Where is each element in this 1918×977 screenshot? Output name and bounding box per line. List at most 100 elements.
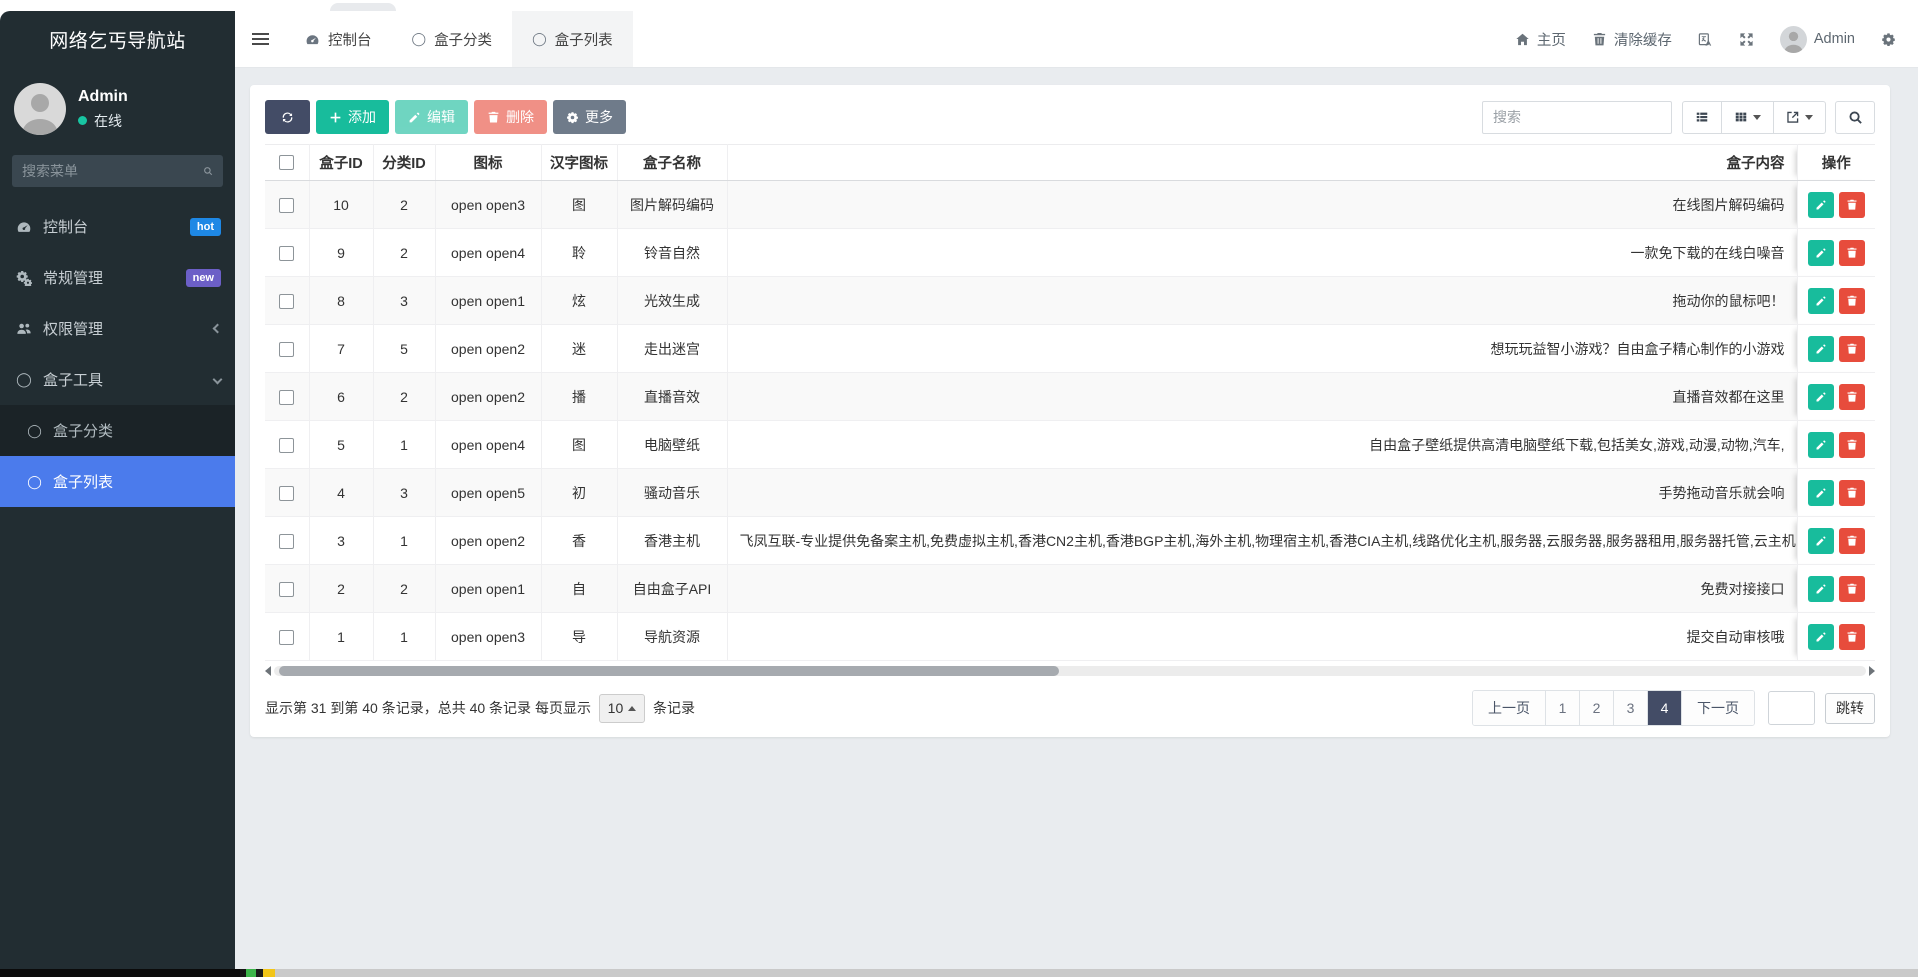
detail-view-button[interactable] bbox=[1682, 101, 1722, 134]
clear-cache-link[interactable]: 清除缓存 bbox=[1592, 29, 1672, 50]
user-panel: Admin 在线 bbox=[0, 68, 235, 147]
delete-button[interactable]: 删除 bbox=[474, 100, 547, 134]
row-delete-button[interactable] bbox=[1839, 192, 1865, 218]
edit-button[interactable]: 编辑 bbox=[395, 100, 468, 134]
prev-page-button[interactable]: 上一页 bbox=[1473, 691, 1546, 725]
search-toggle-button[interactable] bbox=[1835, 101, 1875, 134]
columns-button[interactable] bbox=[1722, 101, 1774, 134]
page-button-2[interactable]: 2 bbox=[1580, 691, 1614, 725]
refresh-button[interactable] bbox=[265, 100, 310, 134]
column-header-content[interactable]: 盒子内容 bbox=[727, 145, 1797, 181]
user-status: 在线 bbox=[78, 111, 128, 131]
cell-zh-icon: 播 bbox=[541, 373, 617, 421]
row-checkbox[interactable] bbox=[279, 534, 294, 549]
row-delete-button[interactable] bbox=[1839, 432, 1865, 458]
tab-console[interactable]: 控制台 bbox=[285, 11, 392, 67]
cell-cat-id: 2 bbox=[373, 373, 435, 421]
row-delete-button[interactable] bbox=[1839, 624, 1865, 650]
sidebar-item-permissions[interactable]: 权限管理 bbox=[0, 303, 235, 354]
search-icon[interactable] bbox=[203, 164, 213, 178]
row-edit-button[interactable] bbox=[1808, 528, 1834, 554]
row-edit-button[interactable] bbox=[1808, 576, 1834, 602]
pencil-icon bbox=[1815, 343, 1827, 355]
grid-icon bbox=[1734, 110, 1748, 124]
cell-content: 提交自动审核哦 bbox=[727, 613, 1797, 661]
row-edit-button[interactable] bbox=[1808, 192, 1834, 218]
row-checkbox-cell bbox=[265, 613, 309, 661]
row-edit-button[interactable] bbox=[1808, 624, 1834, 650]
column-header-icon[interactable]: 图标 bbox=[435, 145, 541, 181]
row-checkbox-cell bbox=[265, 565, 309, 613]
row-checkbox[interactable] bbox=[279, 342, 294, 357]
scrollbar-track[interactable] bbox=[274, 666, 1866, 676]
tab-box-category[interactable]: ◯ 盒子分类 bbox=[392, 11, 513, 67]
sidebar-search-input[interactable] bbox=[22, 163, 203, 179]
cell-box-id: 4 bbox=[309, 469, 373, 517]
row-delete-button[interactable] bbox=[1839, 288, 1865, 314]
row-edit-button[interactable] bbox=[1808, 240, 1834, 266]
table-search-input[interactable] bbox=[1482, 101, 1672, 134]
cell-operations bbox=[1797, 517, 1875, 565]
page-button-1[interactable]: 1 bbox=[1546, 691, 1580, 725]
avatar[interactable] bbox=[14, 83, 66, 135]
next-page-button[interactable]: 下一页 bbox=[1682, 691, 1754, 725]
sidebar-toggle-button[interactable] bbox=[235, 11, 285, 67]
row-edit-button[interactable] bbox=[1808, 384, 1834, 410]
row-delete-button[interactable] bbox=[1839, 480, 1865, 506]
more-button[interactable]: 更多 bbox=[553, 100, 626, 134]
fullscreen-button[interactable] bbox=[1739, 32, 1754, 47]
page-button-3[interactable]: 3 bbox=[1614, 691, 1648, 725]
scrollbar-thumb[interactable] bbox=[279, 666, 1059, 676]
column-header-name[interactable]: 盒子名称 bbox=[617, 145, 727, 181]
user-menu[interactable]: Admin bbox=[1780, 26, 1855, 53]
tab-box-list[interactable]: ◯ 盒子列表 bbox=[512, 11, 633, 67]
row-checkbox[interactable] bbox=[279, 390, 294, 405]
sidebar-item-box-category[interactable]: ◯ 盒子分类 bbox=[0, 405, 235, 456]
row-checkbox[interactable] bbox=[279, 198, 294, 213]
row-checkbox[interactable] bbox=[279, 630, 294, 645]
sidebar-item-box-list[interactable]: ◯ 盒子列表 bbox=[0, 456, 235, 507]
scroll-left-arrow[interactable] bbox=[265, 666, 271, 676]
home-link[interactable]: 主页 bbox=[1515, 29, 1566, 50]
row-checkbox[interactable] bbox=[279, 438, 294, 453]
sidebar-item-general[interactable]: 常规管理 new bbox=[0, 252, 235, 303]
settings-button[interactable] bbox=[1881, 32, 1896, 47]
row-checkbox[interactable] bbox=[279, 294, 294, 309]
row-edit-button[interactable] bbox=[1808, 480, 1834, 506]
row-checkbox[interactable] bbox=[279, 582, 294, 597]
sidebar-item-box-tools[interactable]: ◯ 盒子工具 bbox=[0, 354, 235, 405]
row-checkbox[interactable] bbox=[279, 246, 294, 261]
sidebar-item-label: 控制台 bbox=[43, 216, 179, 237]
select-all-checkbox[interactable] bbox=[279, 155, 294, 170]
export-button[interactable] bbox=[1774, 101, 1826, 134]
row-edit-button[interactable] bbox=[1808, 336, 1834, 362]
trash-icon bbox=[1846, 247, 1858, 259]
cell-name: 铃音自然 bbox=[617, 229, 727, 277]
row-delete-button[interactable] bbox=[1839, 240, 1865, 266]
page-size-dropdown[interactable]: 10 bbox=[599, 694, 645, 723]
user-status-label: 在线 bbox=[94, 111, 122, 131]
row-delete-button[interactable] bbox=[1839, 528, 1865, 554]
page-button-4-active[interactable]: 4 bbox=[1648, 691, 1682, 725]
row-edit-button[interactable] bbox=[1808, 432, 1834, 458]
taskbar-sliver bbox=[0, 969, 1918, 977]
person-icon bbox=[14, 83, 66, 135]
row-delete-button[interactable] bbox=[1839, 576, 1865, 602]
column-header-zh-icon[interactable]: 汉字图标 bbox=[541, 145, 617, 181]
add-button[interactable]: 添加 bbox=[316, 100, 389, 134]
jump-button[interactable]: 跳转 bbox=[1825, 693, 1875, 724]
cell-cat-id: 2 bbox=[373, 181, 435, 229]
row-delete-button[interactable] bbox=[1839, 336, 1865, 362]
row-edit-button[interactable] bbox=[1808, 288, 1834, 314]
column-header-cat-id[interactable]: 分类ID bbox=[373, 145, 435, 181]
row-checkbox[interactable] bbox=[279, 486, 294, 501]
language-switch-button[interactable] bbox=[1698, 32, 1713, 47]
jump-page-input[interactable] bbox=[1768, 691, 1815, 725]
online-dot-icon bbox=[78, 116, 87, 125]
column-header-box-id[interactable]: 盒子ID bbox=[309, 145, 373, 181]
cell-name: 导航资源 bbox=[617, 613, 727, 661]
scroll-right-arrow[interactable] bbox=[1869, 666, 1875, 676]
sidebar-item-console[interactable]: 控制台 hot bbox=[0, 201, 235, 252]
cell-name: 走出迷宫 bbox=[617, 325, 727, 373]
row-delete-button[interactable] bbox=[1839, 384, 1865, 410]
